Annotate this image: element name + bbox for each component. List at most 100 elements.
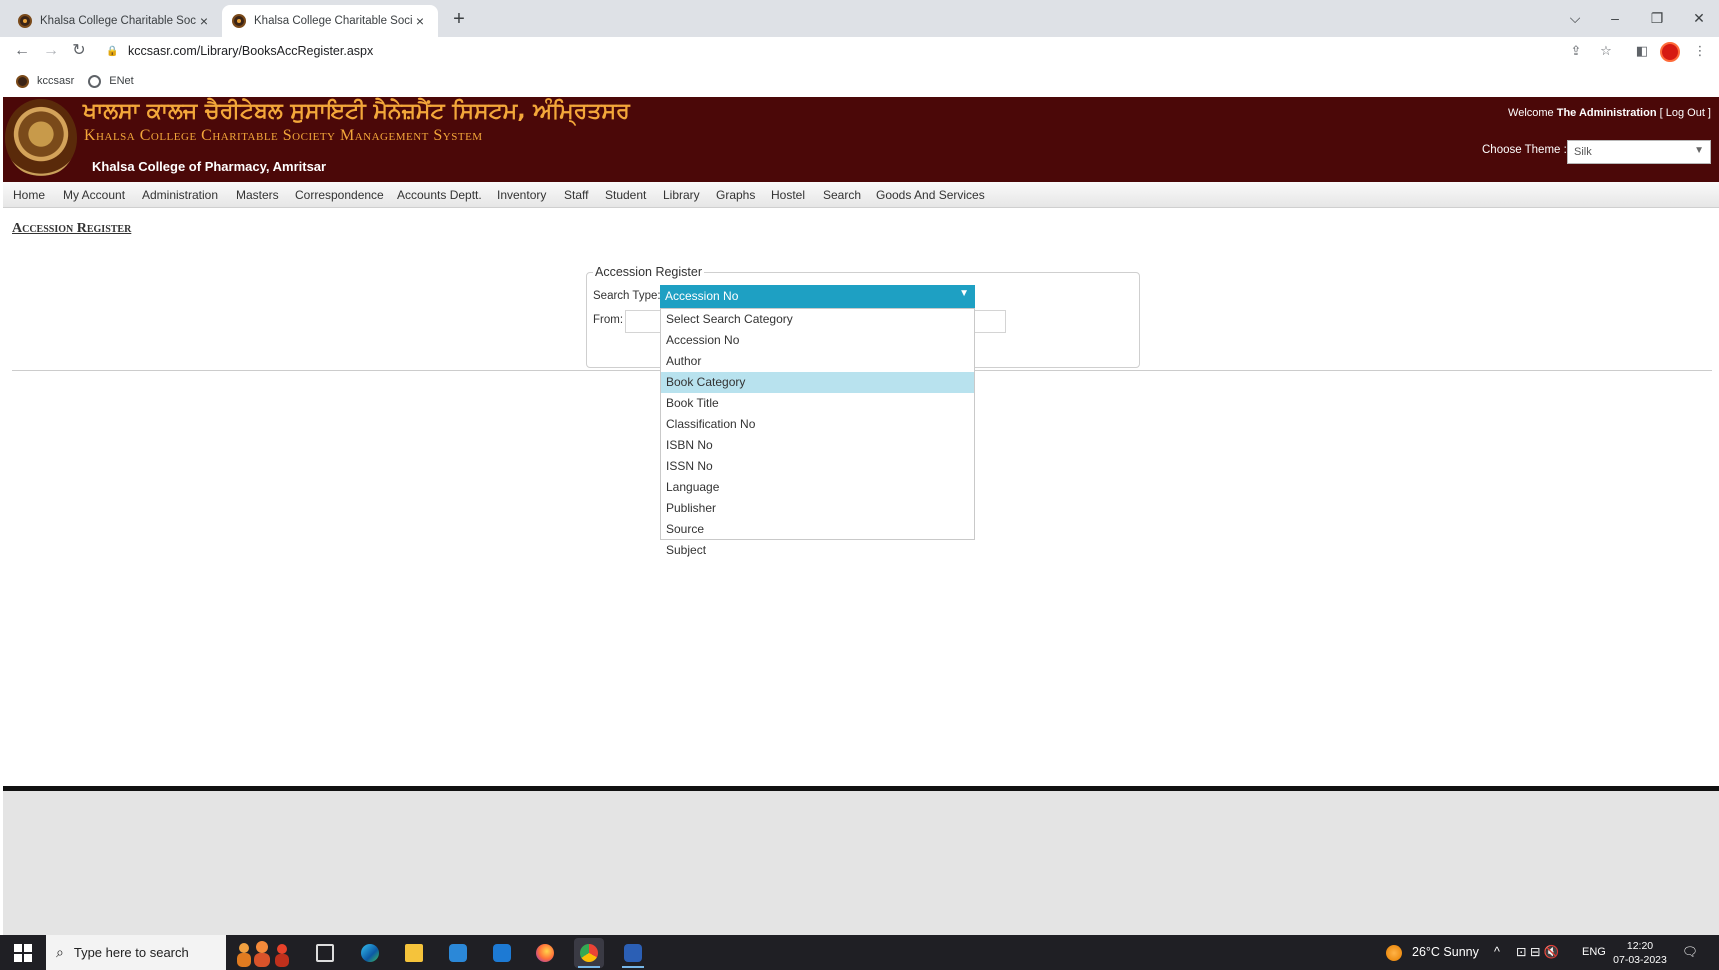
menu-inventory[interactable]: Inventory <box>497 182 546 208</box>
option-source[interactable]: Source <box>661 519 974 540</box>
site-header: ਖਾਲਸਾ ਕਾਲਜ ਚੈਰੀਟੇਬਲ ਸੁਸਾਇਟੀ ਮੈਨੇਜ਼ਮੈਂਟ ਸ… <box>3 97 1719 182</box>
task-view-icon[interactable] <box>310 938 340 968</box>
browser-tab-1[interactable]: Khalsa College Charitable Society × <box>8 5 222 37</box>
menu-correspondence[interactable]: Correspondence <box>295 182 384 208</box>
store-icon[interactable] <box>443 938 473 968</box>
option-issn-no[interactable]: ISSN No <box>661 456 974 477</box>
language-indicator[interactable]: ENG <box>1582 935 1606 970</box>
option-accession-no[interactable]: Accession No <box>661 330 974 351</box>
option-language[interactable]: Language <box>661 477 974 498</box>
weather-sun-icon <box>1386 945 1402 961</box>
chrome-icon[interactable] <box>574 938 604 968</box>
bookmark-kccsasr[interactable]: kccsasr <box>16 74 74 88</box>
option-book-category[interactable]: Book Category <box>661 372 974 393</box>
browser-menu-icon[interactable]: ⋮ <box>1690 41 1710 61</box>
bookmark-star-icon[interactable]: ☆ <box>1596 41 1616 61</box>
welcome-text: Welcome The Administration [ Log Out ] <box>1508 107 1711 119</box>
word-icon[interactable] <box>618 938 648 968</box>
user-name: The Administration <box>1556 107 1657 119</box>
edge-icon[interactable] <box>355 938 385 968</box>
menu-accounts[interactable]: Accounts Deptt. <box>397 182 482 208</box>
new-tab-button[interactable]: + <box>448 9 470 31</box>
selected-value: Accession No <box>665 289 739 303</box>
profile-avatar[interactable] <box>1660 42 1680 62</box>
tray-icons[interactable]: ⊡ ⊟ 🔇 <box>1516 935 1559 970</box>
clock-time: 12:20 <box>1626 940 1654 952</box>
tab-title: Khalsa College Charitable Society <box>254 15 412 27</box>
main-menu: Home My Account Administration Masters C… <box>3 182 1719 208</box>
chevron-down-icon: ▼ <box>959 288 969 299</box>
lock-icon: 🔒 <box>106 45 119 57</box>
file-explorer-icon[interactable] <box>399 938 429 968</box>
share-icon[interactable]: ⇪ <box>1566 41 1586 61</box>
taskbar-clock[interactable]: 12:20 07-03-2023 <box>1610 939 1670 967</box>
from-label: From: <box>593 314 624 326</box>
menu-my-account[interactable]: My Account <box>63 182 125 208</box>
mail-icon[interactable] <box>487 938 517 968</box>
college-name: Khalsa College of Pharmacy, Amritsar <box>92 159 327 174</box>
search-placeholder: Type here to search <box>73 945 189 960</box>
theme-label: Choose Theme : <box>1482 144 1567 156</box>
menu-student[interactable]: Student <box>605 182 646 208</box>
tab-search-chevron-icon[interactable]: ⌵ <box>1560 6 1590 30</box>
web-page: ਖਾਲਸਾ ਕਾਲਜ ਚੈਰੀਟੇਬਲ ਸੁਸਾਇਟੀ ਮੈਨੇਜ਼ਮੈਂਟ ਸ… <box>3 97 1719 786</box>
fieldset-legend: Accession Register <box>593 265 704 279</box>
reload-button[interactable]: ↻ <box>68 40 90 62</box>
chevron-down-icon: ▼ <box>1694 145 1704 156</box>
back-button[interactable]: ← <box>11 40 33 62</box>
address-bar[interactable]: 🔒 kccsasr.com/Library/BooksAccRegister.a… <box>106 40 1566 62</box>
option-subject[interactable]: Subject <box>661 540 974 561</box>
search-type-select[interactable]: Accession No ▼ <box>660 285 975 308</box>
bookmark-label: ENet <box>109 75 134 87</box>
option-classification-no[interactable]: Classification No <box>661 414 974 435</box>
logout-link[interactable]: [ Log Out ] <box>1660 107 1711 119</box>
menu-staff[interactable]: Staff <box>564 182 588 208</box>
menu-home[interactable]: Home <box>13 182 45 208</box>
menu-administration[interactable]: Administration <box>142 182 218 208</box>
site-favicon-icon <box>16 74 29 88</box>
welcome-prefix: Welcome <box>1508 107 1554 119</box>
option-isbn-no[interactable]: ISBN No <box>661 435 974 456</box>
windows-start-icon[interactable] <box>14 944 32 962</box>
forward-button[interactable]: → <box>40 40 62 62</box>
browser-titlebar: Khalsa College Charitable Society × Khal… <box>0 0 1719 37</box>
browser-tab-2[interactable]: Khalsa College Charitable Society × <box>222 5 438 37</box>
bookmark-enet[interactable]: ENet <box>88 74 134 88</box>
option-book-title[interactable]: Book Title <box>661 393 974 414</box>
menu-goods-and-services[interactable]: Goods And Services <box>876 182 985 208</box>
firefox-icon[interactable] <box>530 938 560 968</box>
windows-taskbar: ⌕ Type here to search 26°C Sunny ^ ⊡ ⊟ 🔇… <box>0 935 1719 970</box>
search-icon: ⌕ <box>56 944 64 960</box>
tab-title: Khalsa College Charitable Society <box>40 15 196 27</box>
url-text: kccsasr.com/Library/BooksAccRegister.asp… <box>128 44 374 58</box>
theme-value: Silk <box>1574 146 1592 158</box>
weather-text[interactable]: 26°C Sunny <box>1412 935 1479 970</box>
theme-select[interactable]: Silk ▼ <box>1567 140 1711 164</box>
close-window-button[interactable]: ✕ <box>1684 6 1714 30</box>
active-indicator <box>622 966 644 968</box>
search-type-dropdown: Select Search Category Accession No Auth… <box>660 308 975 557</box>
taskbar-search-input[interactable]: ⌕ Type here to search <box>46 935 226 970</box>
menu-library[interactable]: Library <box>663 182 700 208</box>
menu-search[interactable]: Search <box>823 182 861 208</box>
option-publisher[interactable]: Publisher <box>661 498 974 519</box>
side-panel-icon[interactable]: ◧ <box>1632 41 1652 61</box>
globe-icon <box>88 74 102 88</box>
option-select-search-category[interactable]: Select Search Category <box>661 309 974 330</box>
restore-button[interactable]: ❐ <box>1642 6 1672 30</box>
menu-hostel[interactable]: Hostel <box>771 182 805 208</box>
page-title: Accession Register <box>12 221 132 236</box>
menu-masters[interactable]: Masters <box>236 182 279 208</box>
people-illustration-icon <box>237 941 289 967</box>
tab-close-icon[interactable]: × <box>196 13 212 29</box>
tray-chevron-icon[interactable]: ^ <box>1494 935 1500 970</box>
option-author[interactable]: Author <box>661 351 974 372</box>
site-favicon-icon <box>18 14 32 28</box>
site-favicon-icon <box>232 14 246 28</box>
minimize-button[interactable]: – <box>1600 6 1630 30</box>
page-footer <box>3 791 1719 935</box>
system-title: Khalsa College Charitable Society Manage… <box>84 127 483 144</box>
notification-icon[interactable]: 🗨 <box>1682 935 1698 970</box>
menu-graphs[interactable]: Graphs <box>716 182 755 208</box>
tab-close-icon[interactable]: × <box>412 13 428 29</box>
